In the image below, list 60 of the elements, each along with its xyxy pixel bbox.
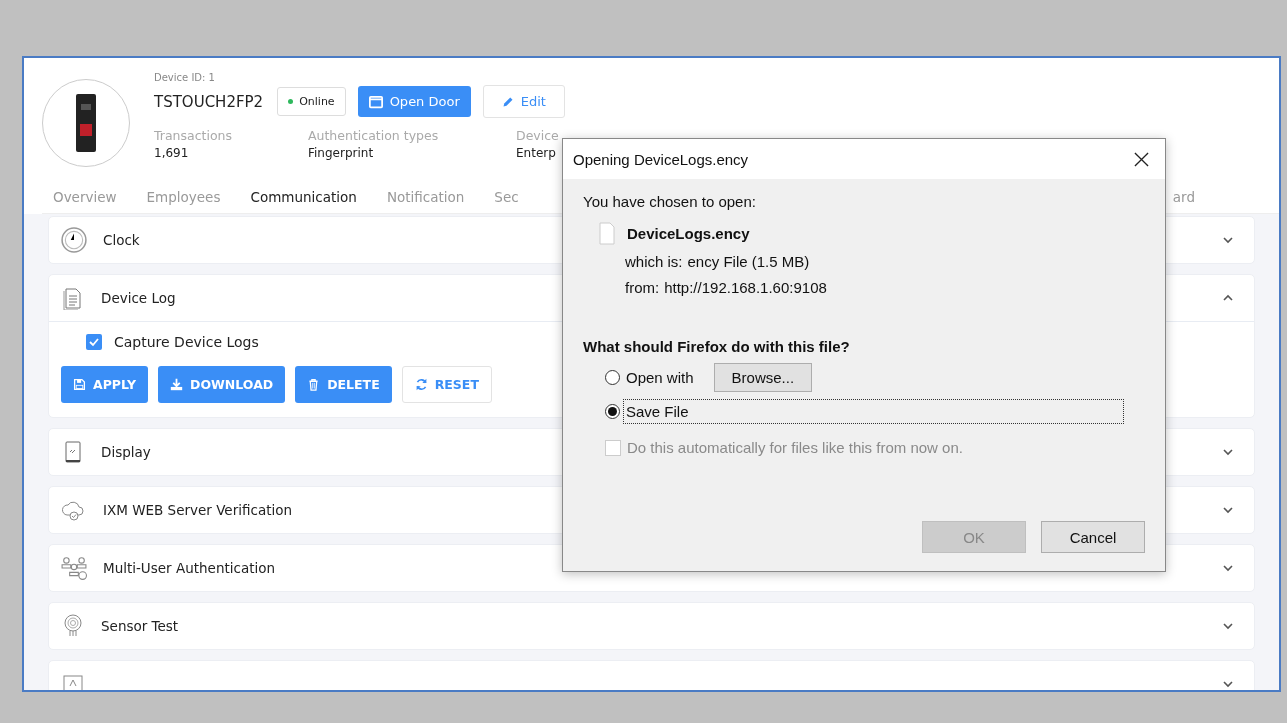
section-title[interactable]: Sensor Test [101, 618, 1206, 634]
file-name: DeviceLogs.ency [627, 225, 750, 242]
chevron-down-icon [1222, 621, 1234, 631]
field-value: ency File (1.5 MB) [687, 253, 810, 270]
action-button[interactable]: DOWNLOAD [158, 366, 286, 403]
chevron-down-icon [1222, 235, 1234, 245]
status-label: Online [299, 95, 335, 108]
save-icon [73, 378, 86, 391]
trash-icon [307, 378, 321, 391]
template-icon [61, 672, 85, 690]
close-icon [1134, 151, 1149, 167]
action-button[interactable]: APPLY [61, 366, 149, 403]
open-door-button[interactable]: Open Door [357, 86, 471, 117]
users-icon [61, 555, 87, 581]
fingerprint-terminal-icon [74, 94, 98, 152]
stat-value: 1,691 [154, 146, 190, 160]
intro-text: You have chosen to open: [583, 193, 757, 210]
stat-label: Authentication types [308, 128, 440, 143]
check-icon [89, 337, 99, 347]
stat-label: Device [516, 128, 559, 143]
field-value: http://192.168.1.60:9108 [664, 279, 827, 296]
browse-button[interactable]: Browse... [713, 363, 813, 392]
chevron-down-icon [1222, 447, 1234, 457]
action-button[interactable]: RESET [401, 366, 492, 403]
clock-icon [61, 227, 87, 253]
tab[interactable]: ard [1172, 189, 1195, 205]
tab[interactable]: Notification [386, 189, 465, 205]
checkbox[interactable] [86, 334, 102, 350]
stat-label: Transactions [154, 128, 234, 143]
dialog-title: Opening DeviceLogs.ency [573, 150, 750, 168]
field-label: which is: [625, 253, 683, 270]
device-id-label: Device ID: 1 [154, 72, 216, 83]
device-name: TSTOUCH2FP2 [154, 92, 264, 111]
chevron-up-icon [1222, 293, 1234, 303]
window-icon [368, 94, 383, 109]
refresh-icon [414, 378, 428, 391]
chevron-down-icon [1222, 505, 1234, 515]
download-icon [170, 378, 184, 391]
radio-button[interactable] [605, 370, 620, 385]
edit-button[interactable]: Edit [482, 85, 565, 118]
dialog-button[interactable]: Cancel [1041, 521, 1145, 553]
chevron-down-icon [1222, 563, 1234, 573]
tab[interactable]: Communication [250, 189, 357, 205]
question-text: What should Firefox do with this file? [583, 338, 851, 355]
tab[interactable]: Employees [146, 189, 221, 205]
chevron-down-icon [1222, 679, 1234, 689]
tab[interactable]: Overview [53, 189, 117, 205]
fingerprint-icon [61, 613, 85, 639]
radio-button[interactable] [605, 404, 620, 419]
stat-value: Fingerprint [308, 146, 375, 160]
radio-label[interactable]: Save File [624, 400, 1123, 423]
field-label: from: [625, 279, 660, 296]
action-button[interactable]: DELETE [295, 366, 392, 403]
pencil-icon [501, 95, 514, 108]
tab[interactable]: Sec [494, 189, 519, 205]
radio-label[interactable]: Open with [624, 366, 696, 389]
checkbox-label: Capture Device Logs [114, 334, 259, 350]
checkbox-label: Do this automatically for files like this from now on. [627, 439, 963, 456]
file-icon [599, 222, 615, 245]
stat-value: Enterp [516, 146, 557, 160]
